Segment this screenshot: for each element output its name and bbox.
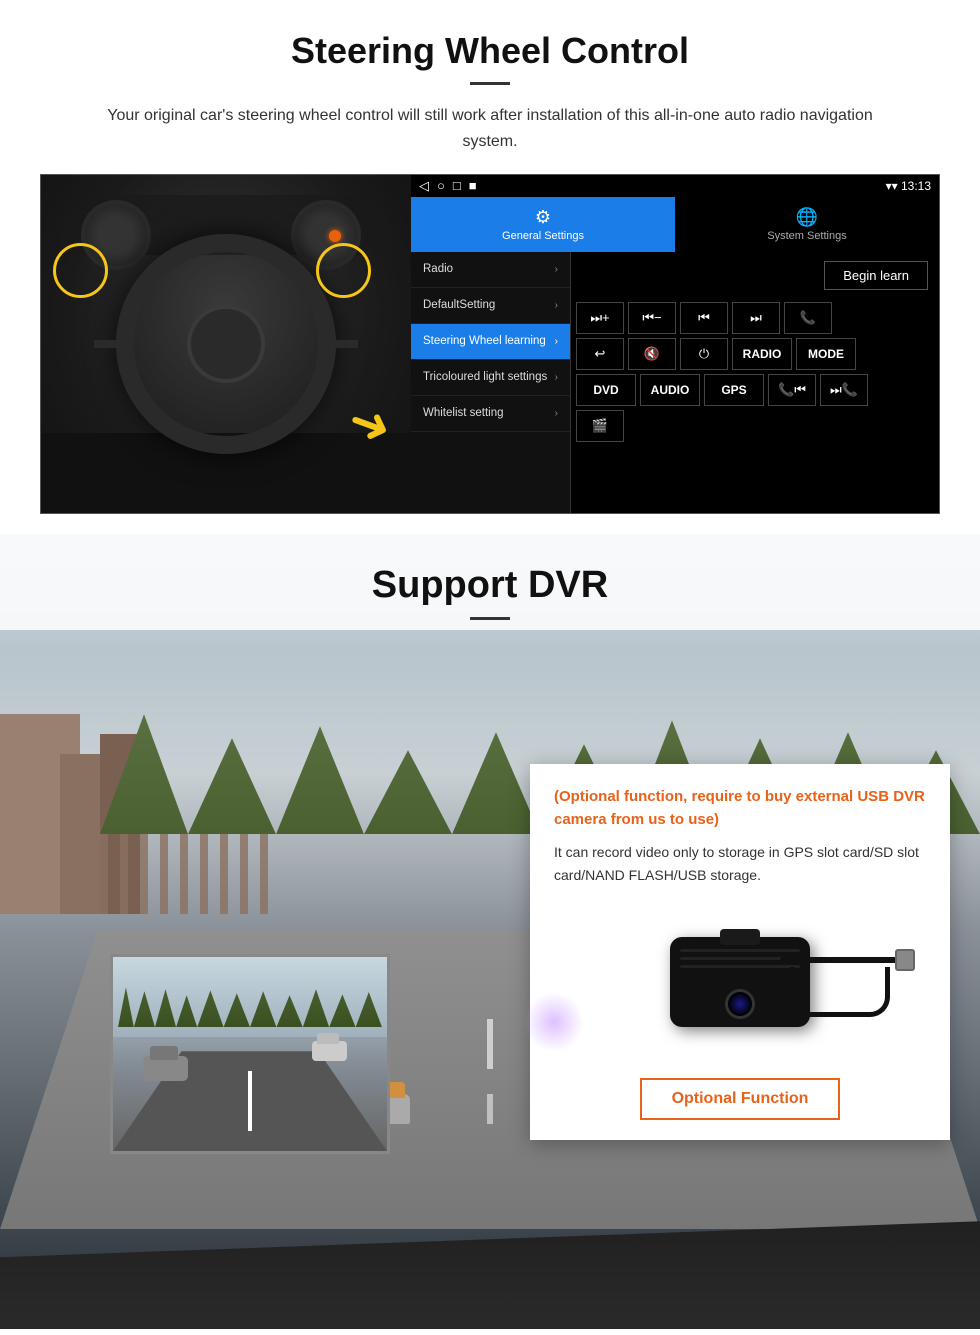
back-call-button[interactable]: ↩ — [576, 338, 624, 370]
android-statusbar: ◁ ○ □ ■ ▾▾ 13:13 — [411, 175, 939, 197]
menu-item-defaultsetting-label: DefaultSetting — [423, 298, 495, 313]
control-row-3: DVD AUDIO GPS 📞⏮ ⏭📞 — [576, 374, 934, 406]
dvr-desc-text: It can record video only to storage in G… — [554, 841, 926, 886]
back-icon: ◁ — [419, 178, 429, 194]
begin-learn-button[interactable]: Begin learn — [824, 261, 928, 290]
statusbar-icons: ◁ ○ □ ■ — [419, 178, 477, 194]
tab-general-settings[interactable]: ⚙ General Settings — [411, 197, 675, 252]
begin-learn-row: Begin learn — [576, 257, 934, 298]
chevron-icon-5: › — [555, 408, 558, 419]
chevron-icon-3: › — [555, 336, 558, 347]
section1-title: Steering Wheel Control — [40, 30, 940, 72]
android-tabs[interactable]: ⚙ General Settings 🌐 System Settings — [411, 197, 939, 252]
menu-item-radio-label: Radio — [423, 262, 453, 277]
android-panel[interactable]: ◁ ○ □ ■ ▾▾ 13:13 ⚙ General Settings 🌐 — [411, 175, 939, 513]
dvd-button[interactable]: DVD — [576, 374, 636, 406]
settings-menu-list[interactable]: Radio › DefaultSetting › Steering Wheel … — [411, 252, 571, 513]
menu-item-whitelist-label: Whitelist setting — [423, 406, 504, 421]
camera-mount-top — [720, 929, 760, 945]
menu-item-steering-wheel[interactable]: Steering Wheel learning › — [411, 324, 570, 360]
control-row-1: ⏭+ ⏮− ⏮ ⏭ 📞 — [576, 302, 934, 334]
spoke-left — [94, 340, 134, 348]
steering-photo-inner: ➜ — [41, 175, 411, 513]
chevron-icon: › — [555, 264, 558, 275]
usb-cable — [780, 957, 900, 963]
clock: 13:13 — [901, 179, 931, 193]
usb-plug — [895, 949, 915, 971]
mute-button[interactable]: 🔇 — [628, 338, 676, 370]
radio-button[interactable]: RADIO — [732, 338, 792, 370]
prev-button[interactable]: ⏮ — [680, 302, 728, 334]
android-content-area: Radio › DefaultSetting › Steering Wheel … — [411, 252, 939, 513]
dvr-thumbnail-image — [110, 954, 390, 1154]
steering-wheel-section: Steering Wheel Control Your original car… — [0, 0, 980, 534]
signal-icon: ▾▾ — [886, 179, 901, 193]
control-row-2: ↩ 🔇 ⏻ RADIO MODE — [576, 338, 934, 370]
vol-down-button[interactable]: ⏮− — [628, 302, 676, 334]
audio-button[interactable]: AUDIO — [640, 374, 700, 406]
section1-divider — [470, 82, 510, 85]
camera-lens — [725, 989, 755, 1019]
gps-button[interactable]: GPS — [704, 374, 764, 406]
phone-button[interactable]: 📞 — [784, 302, 832, 334]
globe-icon: 🌐 — [796, 207, 818, 228]
steering-wheel-ring — [116, 234, 336, 454]
phone-next-button[interactable]: ⏭📞 — [820, 374, 868, 406]
gear-icon: ⚙ — [535, 207, 551, 228]
chevron-icon-4: › — [555, 372, 558, 383]
support-dvr-section: Support DVR — [0, 534, 980, 1329]
menu-item-radio[interactable]: Radio › — [411, 252, 570, 288]
section2-divider — [470, 617, 510, 620]
dvr-button[interactable]: 🎬 — [576, 410, 624, 442]
menu-item-whitelist[interactable]: Whitelist setting › — [411, 396, 570, 432]
left-button-highlight — [53, 243, 108, 298]
menu-item-tricoloured-label: Tricoloured light settings — [423, 370, 547, 385]
right-button-highlight — [316, 243, 371, 298]
menu-icon: ■ — [469, 178, 477, 194]
section2-title: Support DVR — [0, 564, 980, 607]
phone-prev-button[interactable]: 📞⏮ — [768, 374, 816, 406]
statusbar-time: ▾▾ 13:13 — [886, 179, 931, 193]
optional-function-button[interactable]: Optional Function — [640, 1078, 841, 1120]
steering-photo-panel: ➜ — [41, 175, 411, 513]
dvr-info-card: (Optional function, require to buy exter… — [530, 764, 950, 1140]
tab-system-settings[interactable]: 🌐 System Settings — [675, 197, 939, 252]
light-glow — [524, 992, 584, 1052]
next-button[interactable]: ⏭ — [732, 302, 780, 334]
control-row-4: 🎬 — [576, 410, 934, 442]
dvr-thumb-scene — [113, 957, 387, 1151]
section2-title-wrap: Support DVR — [0, 534, 980, 630]
steering-ui-mockup: ➜ ◁ ○ □ ■ ▾▾ 13:13 — [40, 174, 940, 514]
dvr-thumb-center-line — [248, 1071, 252, 1131]
mode-button[interactable]: MODE — [796, 338, 856, 370]
dvr-camera-illustration — [554, 902, 926, 1062]
home-icon: ○ — [437, 178, 445, 194]
spoke-right — [318, 340, 358, 348]
dvr-camera-body — [670, 937, 810, 1027]
power-button[interactable]: ⏻ — [680, 338, 728, 370]
chevron-icon-2: › — [555, 300, 558, 311]
menu-item-steering-label: Steering Wheel learning — [423, 334, 546, 349]
tab-general-label: General Settings — [502, 230, 584, 242]
section1-subtitle: Your original car's steering wheel contr… — [80, 103, 900, 154]
tab-system-label: System Settings — [767, 230, 846, 242]
menu-item-tricoloured[interactable]: Tricoloured light settings › — [411, 360, 570, 396]
vol-up-button[interactable]: ⏭+ — [576, 302, 624, 334]
menu-item-defaultsetting[interactable]: DefaultSetting › — [411, 288, 570, 324]
dvr-optional-text: (Optional function, require to buy exter… — [554, 786, 926, 831]
steering-wheel-control-grid[interactable]: Begin learn ⏭+ ⏮− ⏮ ⏭ 📞 ↩ 🔇 ⏻ — [571, 252, 939, 513]
recents-icon: □ — [453, 178, 461, 194]
